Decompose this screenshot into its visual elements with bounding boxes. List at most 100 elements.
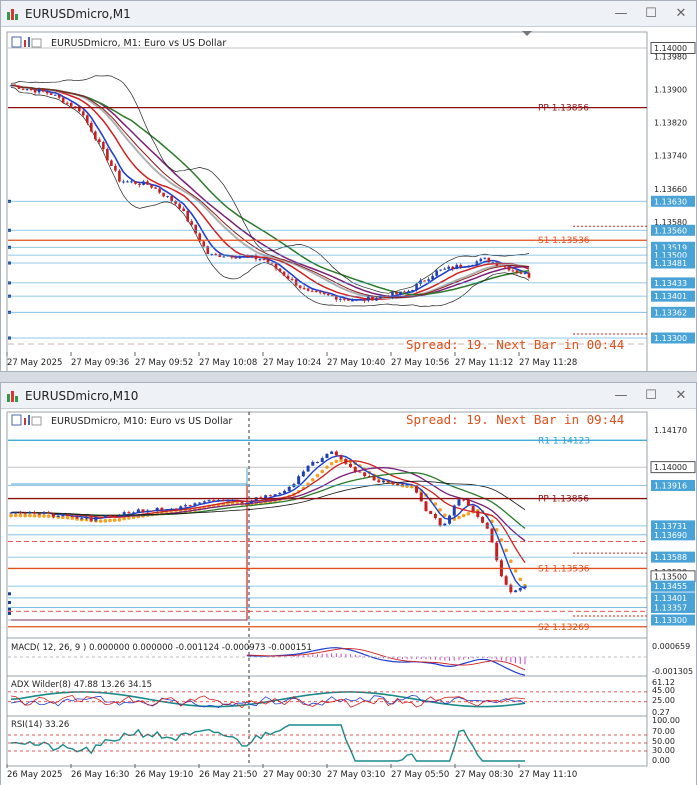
price-label: 1.13357 [654,604,687,613]
candle-body [443,268,446,270]
candle-body [338,298,342,300]
time-label: 27 May 09:52 [135,358,193,368]
ma-orange-dot [320,469,325,474]
ma-orange-dot [28,513,32,518]
price-label: 1.13300 [654,616,687,625]
candle-body [490,528,494,543]
candle-body [183,505,187,507]
maximize-icon[interactable]: ☐ [636,6,666,21]
candle-body [427,279,430,281]
price-label: 1.13362 [654,308,687,317]
time-label: 27 May 11:12 [455,358,513,368]
ma-orange-dot [112,518,117,522]
candle-body [134,181,137,184]
price-chart-m10[interactable]: EURUSDmicro, M10: Euro vs US Dollar Spre… [1,410,696,785]
candle-body [435,270,438,276]
candle-body [326,293,330,296]
price-label: 1.13401 [654,594,687,603]
window-titlebar[interactable]: EURUSDmicro,M10 — ☐ ✕ [1,383,696,409]
minimize-icon[interactable]: — [606,388,636,403]
candle-body [268,495,272,497]
maximize-icon[interactable]: ☐ [636,388,666,403]
ma-orange-dot [513,569,518,573]
ma-orange-dot [334,459,339,464]
candle-body [297,476,301,484]
ma-orange-dot [504,548,508,553]
candle-body [138,183,141,185]
candle-body [212,500,216,502]
adx-scale-3: 25.00 [652,696,675,705]
time-label: 27 May 11:28 [519,358,577,368]
candle-body [245,502,249,504]
price-label: 1.13455 [654,582,687,591]
time-label: 27 May 11:10 [519,770,577,780]
candle-body [89,517,93,521]
candle-body [250,255,254,257]
ma-orange-dot [315,473,320,478]
candle-body [235,499,239,501]
price-label: 1.13401 [654,292,687,301]
price-label: 1.13916 [654,481,687,490]
ma-orange-dot [461,513,466,518]
candle-body [170,196,173,201]
candle-body [238,256,242,259]
ma-orange-dot [117,518,122,522]
rsi-scale-5: 0.00 [652,756,670,765]
candle-body [110,160,113,166]
time-label: 27 May 10:56 [391,358,449,368]
minimize-icon[interactable]: — [606,6,636,21]
price-label: 1.13588 [654,553,687,562]
candle-body [132,512,136,514]
ma-orange-dot [9,513,13,518]
candle-body [429,511,433,514]
candle-body [395,292,398,295]
candle-body [146,181,149,185]
candle-body [221,500,225,502]
level-marker [8,592,11,596]
candle-body [391,292,394,298]
candle-body [94,131,97,140]
candle-body [42,512,46,514]
candle-body [495,542,499,561]
chart-window-m1[interactable]: EURUSDmicro,M1 — ☐ ✕ EURUSDmicro, M1: Eu… [0,0,697,372]
ma-orange-dot [509,559,513,564]
chart-window-m10[interactable]: EURUSDmicro,M10 — ☐ ✕ EURUSDmicro, M10: … [0,382,697,785]
candle-body [367,476,371,478]
close-icon[interactable]: ✕ [666,6,696,21]
candle-body [367,296,370,301]
candle-body [80,518,84,520]
candle-body [467,265,471,267]
candle-body [182,208,185,212]
candle-body [320,458,324,462]
time-label: 27 May 05:50 [391,770,449,780]
candle-body [202,501,206,503]
candle-body [146,510,150,513]
candle-body [122,512,126,516]
candle-body [415,283,418,291]
candle-body [230,255,234,258]
price-chart-m1[interactable]: EURUSDmicro, M1: Euro vs US Dollar PP 1.… [1,28,696,371]
macd-scale-top: 0.000659 [652,642,690,651]
candle-body [202,241,206,247]
rsi-scale-1: 100.00 [652,716,680,725]
adx-scale-2: 45.00 [652,686,675,695]
ma-orange-dot [457,515,461,520]
close-icon[interactable]: ✕ [666,388,696,403]
pivot-label: R1 1.14123 [538,436,590,446]
candle-body [102,142,105,150]
price-label: 1.13660 [654,185,687,194]
candle-body [9,85,13,87]
candle-body [127,512,131,514]
candle-body [377,480,381,483]
candle-body [423,280,426,282]
candle-body [457,499,461,506]
candle-body [130,181,133,183]
chart-symbol-header: EURUSDmicro, M10: Euro vs US Dollar [51,416,232,427]
price-label: 1.14170 [654,426,687,435]
window-titlebar[interactable]: EURUSDmicro,M1 — ☐ ✕ [1,1,696,27]
candle-body [476,511,480,517]
candle-body [344,458,348,464]
candle-body [51,513,55,517]
price-label: 1.14000 [654,463,687,472]
window-title: EURUSDmicro,M10 [25,388,139,403]
